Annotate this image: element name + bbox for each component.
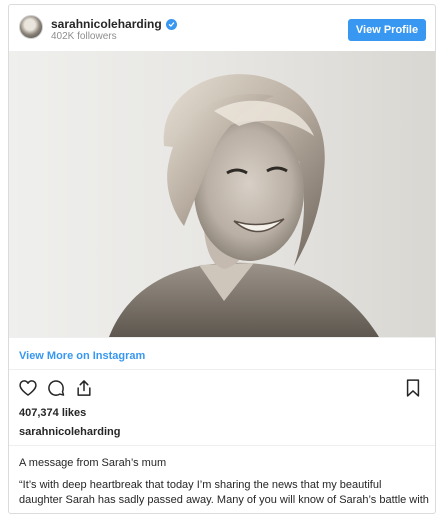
follower-count: 402K followers [51, 31, 117, 42]
caption-title: A message from Sarah’s mum [19, 457, 167, 469]
post-header: sarahnicoleharding 402K followers View P… [9, 5, 435, 49]
comment-icon[interactable] [45, 377, 67, 399]
caption-body: “It’s with deep heartbreak that today I’… [19, 478, 429, 508]
instagram-embed-card: sarahnicoleharding 402K followers View P… [8, 4, 436, 514]
bookmark-icon[interactable] [403, 377, 425, 399]
username-row: sarahnicoleharding [51, 17, 177, 31]
post-actions [17, 377, 95, 399]
share-icon[interactable] [73, 377, 95, 399]
divider [9, 445, 435, 446]
heart-icon[interactable] [17, 377, 39, 399]
portrait-photo-icon [109, 74, 379, 337]
username[interactable]: sarahnicoleharding [51, 17, 162, 31]
caption-line: “It’s with deep heartbreak that today I’… [19, 479, 382, 491]
post-photo[interactable] [9, 51, 435, 337]
caption-line: daughter Sarah has sadly passed away. Ma… [19, 494, 429, 506]
like-count[interactable]: 407,374 likes [19, 407, 86, 419]
verified-badge-icon [165, 18, 177, 30]
view-profile-button[interactable]: View Profile [348, 19, 426, 41]
caption-username[interactable]: sarahnicoleharding [19, 426, 120, 438]
divider [9, 337, 435, 338]
divider [9, 369, 435, 370]
view-more-link[interactable]: View More on Instagram [19, 350, 145, 362]
avatar[interactable] [19, 15, 43, 39]
